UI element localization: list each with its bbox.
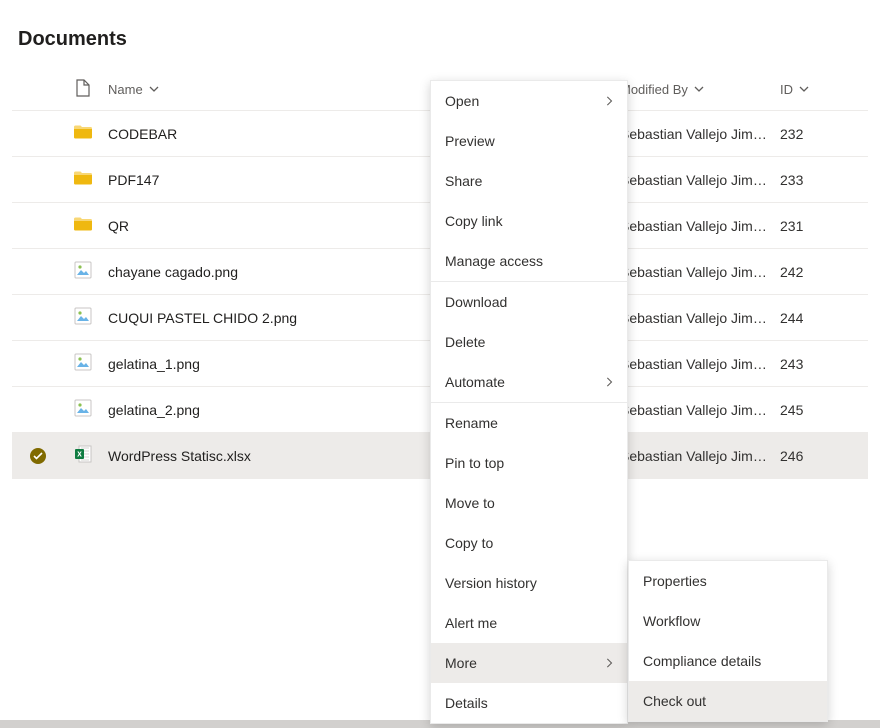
image-icon [74,261,92,282]
menu-item-label: Automate [445,374,505,390]
row-name-text: CODEBAR [108,126,177,142]
row-type-icon [64,216,102,235]
row-modified-by: Sebastian Vallejo Jime... [620,356,780,372]
submenu-item-properties[interactable]: Properties [629,561,827,601]
row-name-text: gelatina_1.png [108,356,200,372]
row-type-icon [64,124,102,143]
menu-item-label: Rename [445,415,498,431]
row-name-text: CUQUI PASTEL CHIDO 2.png [108,310,297,326]
chevron-right-icon [605,374,613,390]
submenu-item-label: Compliance details [643,653,761,669]
menu-item-label: Copy to [445,535,493,551]
submenu-item-label: Properties [643,573,707,589]
menu-item-details[interactable]: Details [431,683,627,723]
column-header-type[interactable] [64,79,102,100]
menu-item-alert-me[interactable]: Alert me [431,603,627,643]
menu-item-label: Delete [445,334,485,350]
menu-item-label: Move to [445,495,495,511]
file-icon [75,79,91,100]
menu-item-label: Download [445,294,507,310]
column-header-id[interactable]: ID [780,82,868,97]
submenu-item-workflow[interactable]: Workflow [629,601,827,641]
submenu-item-compliance-details[interactable]: Compliance details [629,641,827,681]
row-modified-by: Sebastian Vallejo Jime... [620,402,780,418]
chevron-down-icon [149,82,159,97]
menu-item-label: Alert me [445,615,497,631]
menu-item-label: Preview [445,133,495,149]
image-icon [74,307,92,328]
menu-item-copy-to[interactable]: Copy to [431,523,627,563]
row-modified-by: Sebastian Vallejo Jime... [620,218,780,234]
menu-item-open[interactable]: Open [431,81,627,121]
submenu-item-label: Workflow [643,613,700,629]
chevron-down-icon [694,82,704,97]
row-modified-by: Sebastian Vallejo Jime... [620,448,780,464]
row-id: 232 [780,126,868,142]
row-name-text: PDF147 [108,172,159,188]
column-name-label: Name [108,82,143,97]
row-modified-by: Sebastian Vallejo Jime... [620,126,780,142]
column-header-modified-by[interactable]: Modified By [620,82,780,97]
row-id: 242 [780,264,868,280]
row-type-icon [64,399,102,420]
folder-icon [73,170,93,189]
menu-item-version-history[interactable]: Version history [431,563,627,603]
menu-item-manage-access[interactable]: Manage access [431,241,627,281]
row-id: 245 [780,402,868,418]
menu-item-label: Manage access [445,253,543,269]
row-id: 246 [780,448,868,464]
chevron-down-icon [799,82,809,97]
menu-item-preview[interactable]: Preview [431,121,627,161]
page-title: Documents [0,0,880,69]
submenu-item-label: Check out [643,693,706,709]
menu-item-label: More [445,655,477,671]
menu-item-label: Details [445,695,488,711]
menu-item-rename[interactable]: Rename [431,403,627,443]
folder-icon [73,216,93,235]
menu-item-share[interactable]: Share [431,161,627,201]
row-name-text: WordPress Statisc.xlsx [108,448,251,464]
context-menu: Open Preview Share Copy link Manage access Do… [430,80,628,724]
folder-icon [73,124,93,143]
row-id: 231 [780,218,868,234]
row-type-icon [64,261,102,282]
row-name-text: QR [108,218,129,234]
excel-icon [74,445,92,466]
context-submenu: Properties Workflow Compliance details Chec… [628,560,828,722]
column-modified-by-label: Modified By [620,82,688,97]
row-type-icon [64,353,102,374]
menu-item-label: Version history [445,575,537,591]
menu-item-copy-link[interactable]: Copy link [431,201,627,241]
row-modified-by: Sebastian Vallejo Jime... [620,172,780,188]
row-id: 244 [780,310,868,326]
submenu-item-check-out[interactable]: Check out [629,681,827,721]
menu-item-move-to[interactable]: Move to [431,483,627,523]
image-icon [74,399,92,420]
chevron-right-icon [605,655,613,671]
row-select[interactable] [12,448,64,464]
menu-item-label: Share [445,173,482,189]
menu-item-label: Copy link [445,213,503,229]
row-type-icon [64,170,102,189]
row-name-text: chayane cagado.png [108,264,238,280]
menu-item-label: Pin to top [445,455,504,471]
chevron-right-icon [605,93,613,109]
menu-item-download[interactable]: Download [431,282,627,322]
row-type-icon [64,445,102,466]
menu-item-more[interactable]: More [431,643,627,683]
check-icon [30,448,46,464]
row-type-icon [64,307,102,328]
row-id: 233 [780,172,868,188]
menu-item-pin-to-top[interactable]: Pin to top [431,443,627,483]
image-icon [74,353,92,374]
column-id-label: ID [780,82,793,97]
menu-item-delete[interactable]: Delete [431,322,627,362]
menu-item-automate[interactable]: Automate [431,362,627,402]
row-modified-by: Sebastian Vallejo Jime... [620,264,780,280]
row-id: 243 [780,356,868,372]
row-modified-by: Sebastian Vallejo Jime... [620,310,780,326]
menu-item-label: Open [445,93,479,109]
row-name-text: gelatina_2.png [108,402,200,418]
